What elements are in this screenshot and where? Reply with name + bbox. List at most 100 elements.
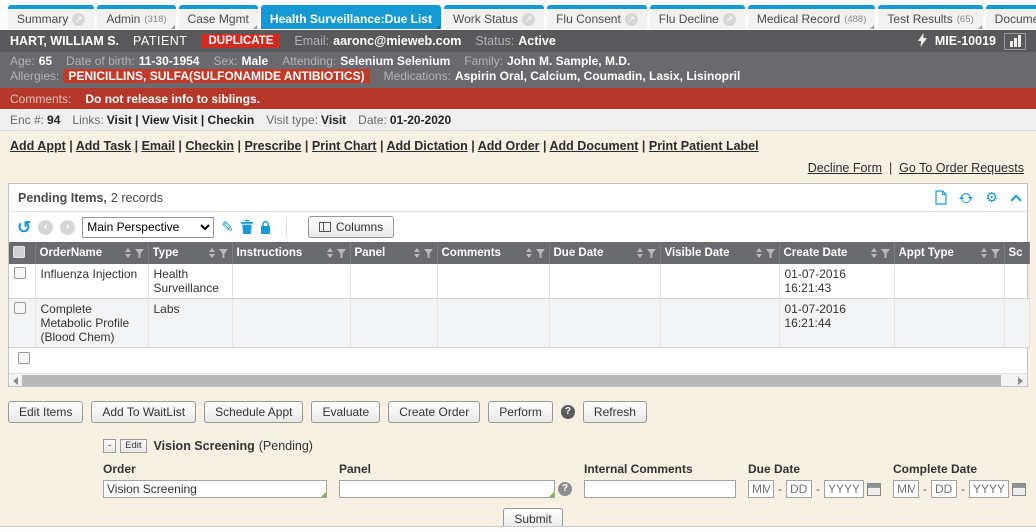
print-chart-link[interactable]: Print Chart [312, 139, 377, 153]
new-document-icon[interactable] [935, 190, 947, 205]
email-link[interactable]: Email [142, 139, 175, 153]
view-visit-link[interactable]: View Visit [142, 113, 208, 127]
collapse-order-button[interactable]: - [103, 439, 116, 453]
column-header-ordername[interactable]: OrderName [35, 242, 148, 264]
row-checkbox[interactable] [14, 267, 26, 279]
filter-icon[interactable] [536, 249, 545, 258]
scroll-right-icon[interactable] [1018, 377, 1023, 385]
add-order-link[interactable]: Add Order [478, 139, 540, 153]
flowsheet-chart-icon[interactable] [1004, 33, 1026, 50]
select-all-checkbox[interactable] [13, 246, 25, 258]
scroll-left-icon[interactable] [13, 377, 18, 385]
filter-icon[interactable] [766, 249, 775, 258]
table-row[interactable]: Influenza Injection Health Surveillance … [9, 264, 1029, 299]
calendar-icon[interactable] [867, 483, 881, 496]
sort-icon[interactable] [125, 248, 131, 258]
sort-icon[interactable] [327, 248, 333, 258]
tab-case-mgmt[interactable]: Case Mgmt [179, 5, 258, 29]
reset-perspective-icon[interactable]: ↺ [17, 219, 31, 236]
refresh-icon[interactable] [959, 191, 973, 205]
external-link-icon[interactable]: ↗ [522, 13, 535, 26]
help-icon[interactable]: ? [561, 405, 575, 419]
column-header-instructions[interactable]: Instructions [232, 242, 350, 264]
sort-icon[interactable] [981, 248, 987, 258]
visit-link[interactable]: Visit [107, 113, 142, 127]
sort-icon[interactable] [756, 248, 762, 258]
tab-health-surveillance-due-list[interactable]: Health Surveillance:Due List [261, 5, 441, 29]
panel-help-icon[interactable]: ? [558, 482, 572, 496]
table-row[interactable]: Complete Metabolic Profile (Blood Chem) … [9, 299, 1029, 348]
column-header-appt-type[interactable]: Appt Type [894, 242, 1004, 264]
lightning-bolt-icon[interactable] [918, 33, 927, 50]
column-header-type[interactable]: Type [148, 242, 232, 264]
sort-icon[interactable] [209, 248, 215, 258]
refresh-button[interactable]: Refresh [583, 401, 647, 423]
add-task-link[interactable]: Add Task [76, 139, 131, 153]
add-dictation-link[interactable]: Add Dictation [386, 139, 467, 153]
filter-icon[interactable] [647, 249, 656, 258]
schedule-appt-button[interactable]: Schedule Appt [204, 401, 303, 423]
internal-comments-input[interactable] [584, 480, 736, 498]
prev-perspective-icon[interactable]: ‹ [38, 220, 53, 235]
tab-medical-record[interactable]: Medical Record(488) [748, 5, 876, 29]
delete-perspective-icon[interactable] [241, 220, 253, 234]
panel-input[interactable] [339, 480, 555, 498]
filter-icon[interactable] [424, 249, 433, 258]
perspective-select[interactable]: Main Perspective [82, 217, 214, 238]
tab-summary[interactable]: Summary↗ [8, 5, 94, 29]
sort-icon[interactable] [637, 248, 643, 258]
column-header-due-date[interactable]: Due Date [549, 242, 660, 264]
external-link-icon[interactable]: ↗ [625, 13, 638, 26]
tab-flu-decline[interactable]: Flu Decline↗ [650, 5, 745, 29]
next-perspective-icon[interactable]: › [60, 220, 75, 235]
edit-items-button[interactable]: Edit Items [8, 401, 83, 423]
columns-button[interactable]: Columns [308, 216, 394, 238]
add-appt-link[interactable]: Add Appt [10, 139, 66, 153]
perform-button[interactable]: Perform [488, 401, 553, 423]
sort-icon[interactable] [871, 248, 877, 258]
horizontal-scrollbar[interactable] [9, 373, 1027, 386]
tab-flu-consent[interactable]: Flu Consent↗ [547, 5, 647, 29]
sort-icon[interactable] [526, 248, 532, 258]
prescribe-link[interactable]: Prescribe [244, 139, 301, 153]
complete-day-input[interactable] [931, 480, 957, 498]
external-link-icon[interactable]: ↗ [72, 13, 85, 26]
filter-icon[interactable] [881, 249, 890, 258]
gear-icon[interactable]: ⚙ [985, 189, 998, 206]
external-link-icon[interactable]: ↗ [723, 13, 736, 26]
calendar-icon[interactable] [1012, 483, 1026, 496]
due-year-input[interactable] [824, 480, 864, 498]
row-checkbox[interactable] [14, 302, 26, 314]
order-input[interactable] [103, 480, 327, 498]
column-header-create-date[interactable]: Create Date [779, 242, 894, 264]
go-to-order-requests-link[interactable]: Go To Order Requests [899, 161, 1024, 175]
filter-icon[interactable] [991, 249, 1000, 258]
create-order-button[interactable]: Create Order [388, 401, 480, 423]
evaluate-button[interactable]: Evaluate [311, 401, 380, 423]
column-header-panel[interactable]: Panel [350, 242, 437, 264]
filter-icon[interactable] [219, 249, 228, 258]
column-header-sc-cutoff[interactable]: Sc [1004, 242, 1029, 264]
column-header-visible-date[interactable]: Visible Date [660, 242, 779, 264]
filter-icon[interactable] [337, 249, 346, 258]
new-row-checkbox[interactable] [18, 352, 30, 364]
scrollbar-thumb[interactable] [22, 375, 1001, 386]
sort-icon[interactable] [414, 248, 420, 258]
select-all-header[interactable] [9, 242, 35, 264]
add-to-waitlist-button[interactable]: Add To WaitList [91, 401, 196, 423]
edit-perspective-icon[interactable]: ✎ [221, 218, 234, 236]
filter-icon[interactable] [135, 249, 144, 258]
edit-order-button[interactable]: Edit [120, 439, 146, 453]
checkin-link[interactable]: Checkin [208, 113, 255, 127]
collapse-panel-icon[interactable] [1010, 194, 1021, 205]
complete-month-input[interactable] [893, 480, 919, 498]
due-month-input[interactable] [748, 480, 774, 498]
decline-form-link[interactable]: Decline Form [808, 161, 882, 175]
add-document-link[interactable]: Add Document [550, 139, 639, 153]
due-day-input[interactable] [786, 480, 812, 498]
lock-perspective-icon[interactable] [260, 220, 271, 234]
column-header-comments[interactable]: Comments [437, 242, 549, 264]
complete-year-input[interactable] [969, 480, 1009, 498]
checkin-link[interactable]: Checkin [185, 139, 234, 153]
tab-documents[interactable]: Documents(275)↗ [986, 5, 1036, 29]
